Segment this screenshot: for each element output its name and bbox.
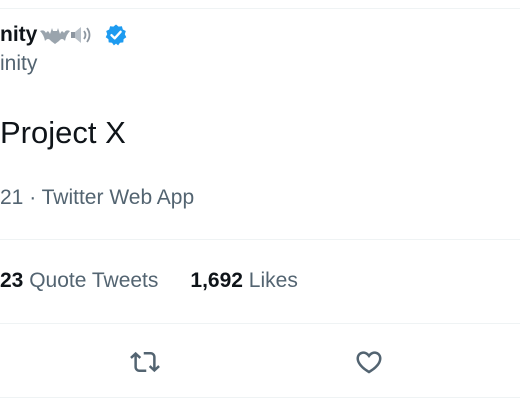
name-emoji-group [40, 25, 98, 45]
engagement-stats: 23 Quote Tweets 1,692 Likes [0, 269, 298, 293]
retweet-button[interactable] [126, 343, 164, 381]
quote-tweets-link[interactable]: 23 Quote Tweets [0, 269, 158, 293]
verified-badge-icon [104, 23, 128, 47]
like-icon [356, 351, 382, 374]
author-display-name[interactable]: nity [0, 23, 37, 47]
top-divider [0, 8, 520, 9]
quote-tweets-count: 23 [0, 269, 30, 292]
tweet-text: Project X [0, 115, 126, 150]
retweet-icon [130, 351, 160, 373]
quote-tweets-label: Quote Tweets [29, 269, 159, 292]
likes-label: Likes [248, 269, 298, 292]
likes-count: 1,692 [190, 269, 249, 292]
bat-emoji-icon [40, 28, 71, 44]
like-button[interactable] [350, 343, 388, 381]
speaker-emoji-icon [71, 27, 91, 43]
meta-divider [0, 239, 520, 240]
author-handle[interactable]: inity [0, 52, 37, 76]
tweet-meta[interactable]: 21 · Twitter Web App [0, 186, 194, 210]
likes-link[interactable]: 1,692 Likes [190, 269, 297, 293]
bottom-divider [0, 397, 520, 398]
author-name-row[interactable]: nity [0, 20, 128, 50]
stats-divider [0, 323, 520, 324]
